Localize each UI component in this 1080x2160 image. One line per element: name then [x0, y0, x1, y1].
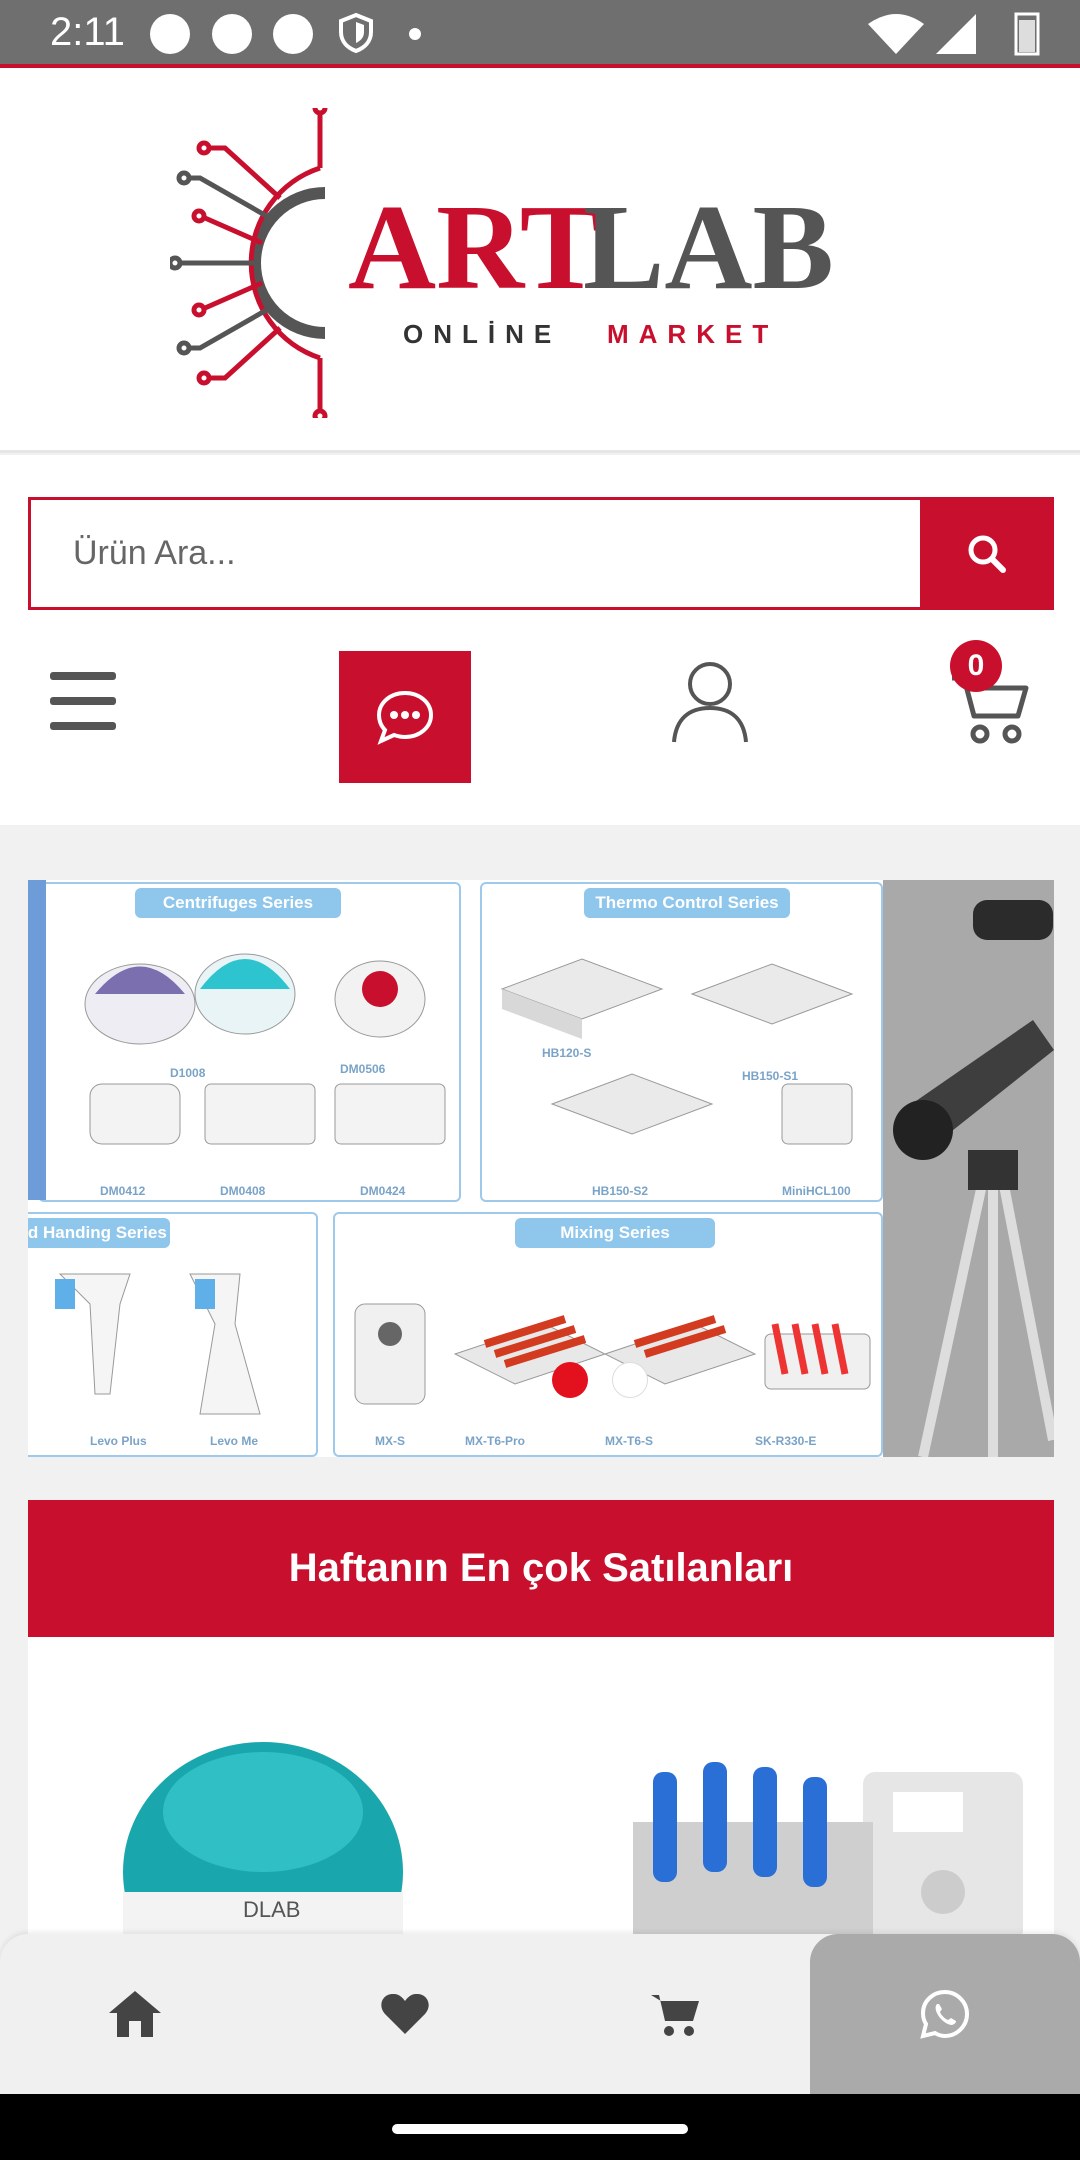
- mixer-images: [354, 1303, 871, 1405]
- centrifuge-images: [84, 953, 446, 1145]
- telescope-image: [883, 880, 1054, 1457]
- user-icon[interactable]: [670, 660, 750, 744]
- chat-bubble-icon: [376, 690, 434, 745]
- cart-count-badge: 0: [950, 640, 1002, 692]
- whatsapp-icon: [920, 1989, 970, 2039]
- product-panel: Thermo Control Series HB120-S HB150-S1 H…: [480, 882, 883, 1202]
- logo-tagline-online: ONLİNE: [403, 319, 561, 349]
- pipette-images: [55, 1273, 261, 1415]
- product-panel: Mixing Series MX-S MX-T6-Pro MX-T6-S SK-…: [333, 1212, 883, 1457]
- home-gesture-bar[interactable]: [392, 2124, 688, 2134]
- notification-icon: [273, 14, 313, 54]
- product-panel: id Handing Series Levo Plus Levo Me: [28, 1212, 318, 1457]
- search-toolbar-area: [0, 455, 1080, 825]
- heart-icon: [381, 1993, 429, 2034]
- banner-carousel[interactable]: Centrifuges Series D1008 DM0506 DM0412 D…: [28, 880, 1054, 1457]
- status-bar: 2:11: [0, 0, 1080, 66]
- nav-home[interactable]: [0, 1934, 270, 2094]
- hamburger-menu-icon[interactable]: [50, 672, 116, 730]
- best-sellers-banner: Haftanın En çok Satılanları: [28, 1500, 1054, 1637]
- model-label: HB150-S2: [592, 1184, 649, 1198]
- artlab-logo[interactable]: ART LAB ONLİNE MARKET: [170, 108, 860, 418]
- nav-whatsapp[interactable]: [810, 1934, 1080, 2094]
- best-sellers-title: Haftanın En çok Satılanları: [288, 1546, 794, 1590]
- logo-text-lab: LAB: [583, 180, 834, 315]
- model-label: HB150-S1: [742, 1069, 799, 1083]
- chat-button[interactable]: [339, 651, 471, 783]
- next-slide-peek[interactable]: [883, 880, 1054, 1457]
- carousel-dot-active[interactable]: [552, 1362, 588, 1398]
- carousel-dot[interactable]: [612, 1362, 648, 1398]
- logo-text-art: ART: [348, 180, 601, 315]
- model-label: Levo Me: [210, 1434, 259, 1448]
- system-status-icons: [868, 12, 1040, 56]
- model-label: DM0412: [100, 1184, 146, 1198]
- svg-text:DLAB: DLAB: [243, 1897, 300, 1922]
- previous-slide-peek: [28, 880, 46, 1200]
- model-label: DM0506: [340, 1062, 386, 1076]
- best-sellers-products: DLAB: [28, 1637, 1054, 1937]
- panel-title: Mixing Series: [515, 1218, 715, 1248]
- more-notifications-icon: [409, 28, 421, 40]
- cart-icon: [651, 1995, 699, 2036]
- search-icon: [968, 535, 1006, 573]
- product-image-centrifuge[interactable]: DLAB: [123, 1722, 413, 1937]
- model-label: Levo Plus: [90, 1434, 147, 1448]
- bottom-navigation: [0, 1934, 1080, 2094]
- model-label: MX-T6-S: [605, 1434, 653, 1448]
- model-label: HB120-S: [542, 1046, 592, 1060]
- search-input[interactable]: [31, 500, 921, 607]
- panel-title: id Handing Series: [28, 1218, 170, 1248]
- model-label: MX-S: [375, 1434, 405, 1448]
- panel-title: Centrifuges Series: [135, 888, 341, 918]
- logo-tagline-market: MARKET: [607, 319, 778, 349]
- model-label: DM0408: [220, 1184, 266, 1198]
- panel-title: Thermo Control Series: [584, 888, 790, 918]
- carousel-slide[interactable]: Centrifuges Series D1008 DM0506 DM0412 D…: [28, 880, 883, 1457]
- model-label: MX-T6-Pro: [465, 1434, 525, 1448]
- model-label: SK-R330-E: [755, 1434, 817, 1448]
- nav-cart[interactable]: [540, 1934, 810, 2094]
- product-image-tube-rotator[interactable]: [623, 1752, 1033, 1937]
- model-label: DM0424: [360, 1184, 406, 1198]
- nav-favorites[interactable]: [270, 1934, 540, 2094]
- search-form: [28, 497, 1054, 610]
- search-button[interactable]: [920, 497, 1054, 610]
- model-label: MiniHCL100: [782, 1184, 851, 1198]
- status-time: 2:11: [50, 10, 125, 54]
- notification-icon: [150, 14, 190, 54]
- home-icon: [109, 1991, 161, 2037]
- shield-icon: [339, 12, 373, 54]
- model-label: D1008: [170, 1066, 206, 1080]
- site-header: ART LAB ONLİNE MARKET: [0, 68, 1080, 453]
- product-panel: Centrifuges Series D1008 DM0506 DM0412 D…: [38, 882, 461, 1202]
- notification-icon: [212, 14, 252, 54]
